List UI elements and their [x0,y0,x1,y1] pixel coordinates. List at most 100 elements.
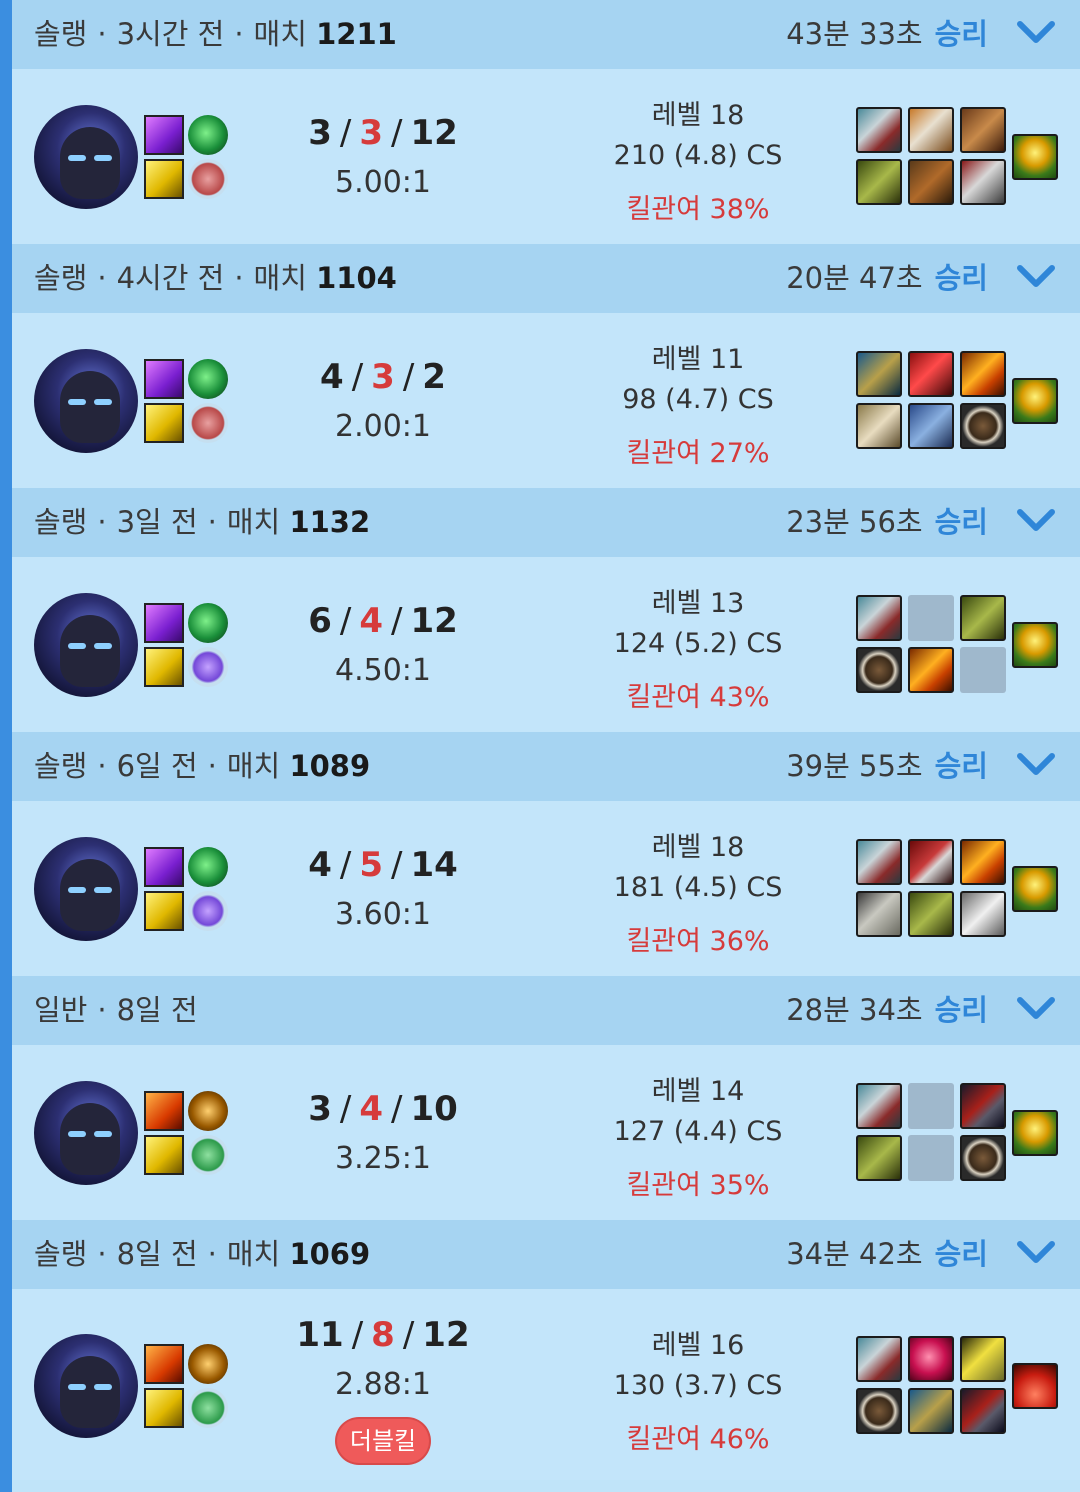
champion-mask [60,859,120,931]
kills: 4 [308,845,332,885]
match-body: 4/3/2 2.00:1 레벨 11 98 (4.7) CS 킬관여 27% [12,313,1080,488]
slash: / [391,1089,403,1129]
match-result: 승리 [934,505,988,539]
match-header[interactable]: 솔랭 · 3일 전 · 매치 1132 23분 56초 승리 [12,488,1080,557]
item-armor-icon [960,107,1006,153]
champion-eye [68,399,86,405]
chevron-down-icon[interactable] [1016,506,1056,536]
teleport-spell-icon [144,847,184,887]
sorcery-rune-icon [188,359,228,399]
game-duration: 43분 33초 [786,17,923,51]
assists: 10 [410,1089,458,1129]
item-potion-icon [908,351,954,397]
champion-eye [68,1131,86,1137]
match-meta: 솔랭 · 8일 전 · 매치 1069 [34,1234,370,1274]
match-number: 1089 [289,749,371,783]
chevron-down-icon[interactable] [1016,750,1056,780]
creep-score: 127 (4.4) CS [613,1116,783,1147]
chevron-down-icon[interactable] [1016,18,1056,48]
separator-dot: · [97,17,107,51]
champion-level: 레벨 18 [651,832,745,863]
item-shield-icon [960,1135,1006,1181]
champion-portrait[interactable] [34,105,138,209]
creep-score: 98 (4.7) CS [622,384,774,415]
champion-level: 레벨 11 [651,344,745,375]
champion-eye [94,1384,112,1390]
game-duration: 39분 55초 [786,749,923,783]
champion-level: 레벨 13 [651,588,745,619]
match-card[interactable]: 솔랭 · 3시간 전 · 매치 1211 43분 33초 승리 3/3/12 5.00:1 레벨 … [12,0,1080,244]
champion-portrait[interactable] [34,349,138,453]
match-header[interactable]: 솔랭 · 8일 전 · 매치 1069 34분 42초 승리 [12,1220,1080,1289]
champion-portrait[interactable] [34,593,138,697]
item-sunfire-icon [908,647,954,693]
match-number: 1069 [289,1237,371,1271]
champion-level: 레벨 16 [651,1330,745,1361]
champion-mask [60,615,120,687]
match-result: 승리 [934,749,988,783]
item-cloak-icon [856,403,902,449]
champion-portrait[interactable] [34,1081,138,1185]
kda-score: 11/8/12 [253,1315,513,1355]
item-belt-icon [856,891,902,937]
match-card[interactable]: 솔랭 · 4시간 전 · 매치 1104 20분 47초 승리 4/3/2 2.00:1 레벨 1… [12,244,1080,488]
kda-score: 3/4/10 [253,1089,513,1129]
chevron-down-icon[interactable] [1016,262,1056,292]
champion-eye [94,155,112,161]
match-label: 매치 [253,261,307,295]
item-angel-icon [960,1336,1006,1382]
match-meta: 솔랭 · 3시간 전 · 매치 1211 [34,14,397,54]
slash: / [391,845,403,885]
item-shield-icon [960,403,1006,449]
match-header[interactable]: 솔랭 · 6일 전 · 매치 1089 39분 55초 승리 [12,732,1080,801]
kills: 3 [308,113,332,153]
game-mode: 솔랭 [34,749,88,783]
slash: / [391,601,403,641]
sorcery-rune-icon [188,847,228,887]
item-shield-icon [856,647,902,693]
match-result: 승리 [934,261,988,295]
champion-portrait[interactable] [34,1334,138,1438]
assists: 12 [410,113,458,153]
kill-participation: 킬관여 27% [626,438,770,469]
match-header[interactable]: 일반 · 8일 전 28분 34초 승리 [12,976,1080,1045]
match-number: 1104 [316,261,397,295]
match-card[interactable]: 솔랭 · 3일 전 · 매치 1132 23분 56초 승리 6/4/12 4.50:1 레벨 1… [12,488,1080,732]
empty-item-slot [960,647,1006,693]
match-card[interactable]: 일반 · 8일 전 28분 34초 승리 3/4/10 3.25:1 레벨 14 127 (4.… [12,976,1080,1220]
flash-spell-icon [144,891,184,931]
champion-mask [60,127,120,199]
champion-portrait[interactable] [34,837,138,941]
item-helm-icon [908,107,954,153]
flash-spell-icon [144,1135,184,1175]
match-meta: 일반 · 8일 전 [34,990,198,1030]
assists: 2 [422,357,446,397]
chevron-down-icon[interactable] [1016,994,1056,1024]
item-boots-icon [960,595,1006,641]
match-label: 매치 [226,1237,281,1271]
game-duration: 23분 56초 [786,505,923,539]
match-meta: 솔랭 · 4시간 전 · 매치 1104 [34,258,397,298]
match-body: 4/5/14 3.60:1 레벨 18 181 (4.5) CS 킬관여 36% [12,801,1080,976]
ignite-spell-icon [144,1344,184,1384]
chevron-down-icon[interactable] [1016,1238,1056,1268]
deaths: 5 [359,845,383,885]
assists: 12 [422,1315,470,1355]
match-header[interactable]: 솔랭 · 3시간 전 · 매치 1211 43분 33초 승리 [12,0,1080,69]
ignite-spell-icon [144,1091,184,1131]
item-vest-icon [908,159,954,205]
game-mode: 일반 [34,993,88,1027]
kill-participation: 킬관여 43% [626,682,770,713]
champion-mask [60,371,120,443]
game-duration: 34분 42초 [786,1237,923,1271]
oracle-lens-icon [1012,622,1058,668]
match-card[interactable]: 솔랭 · 8일 전 · 매치 1069 34분 42초 승리 11/8/12 2.88:1 더블킬… [12,1220,1080,1480]
item-sunfire-icon [960,839,1006,885]
match-card[interactable]: 솔랭 · 6일 전 · 매치 1089 39분 55초 승리 4/5/14 3.60:1 레벨 1… [12,732,1080,976]
kills: 4 [320,357,344,397]
kill-participation: 킬관여 38% [626,194,770,225]
kda-score: 4/3/2 [253,357,513,397]
match-header[interactable]: 솔랭 · 4시간 전 · 매치 1104 20분 47초 승리 [12,244,1080,313]
kda-ratio: 4.50:1 [335,653,431,688]
teleport-spell-icon [144,603,184,643]
